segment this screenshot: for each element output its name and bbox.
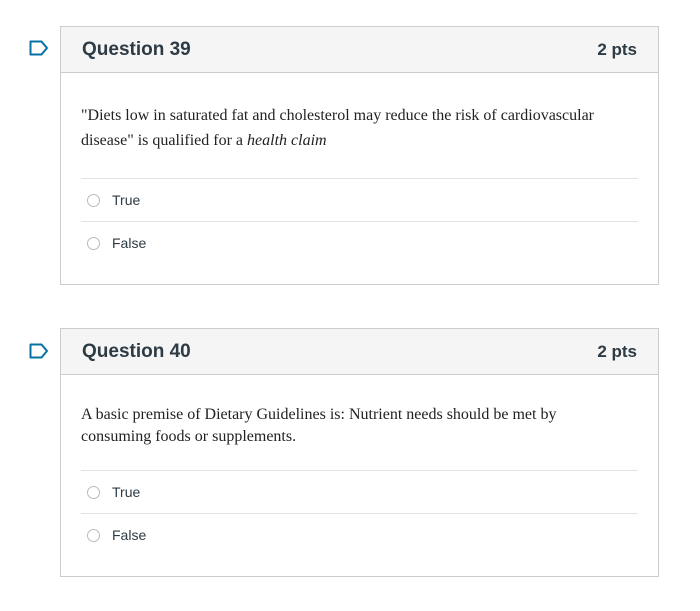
question-card-39: Question 39 2 pts "Diets low in saturate…	[60, 26, 659, 285]
radio-button[interactable]	[87, 528, 100, 542]
radio-button[interactable]	[87, 236, 100, 250]
question-text-emphasis: health claim	[247, 132, 327, 149]
answer-list: True False	[81, 470, 638, 556]
answer-option-false[interactable]: False	[81, 221, 638, 264]
answer-option-true[interactable]: True	[81, 178, 638, 221]
question-title: Question 40	[82, 340, 191, 362]
question-header: Question 40 2 pts	[61, 329, 658, 375]
answer-label: False	[112, 527, 147, 543]
question-points: 2 pts	[597, 341, 637, 361]
question-header: Question 39 2 pts	[61, 27, 658, 73]
question-title: Question 39	[82, 38, 191, 60]
answer-option-false[interactable]: False	[81, 513, 638, 556]
answer-label: True	[112, 484, 141, 500]
bookmark-flag-icon[interactable]	[29, 40, 49, 56]
answer-label: True	[112, 192, 141, 208]
answer-option-true[interactable]: True	[81, 470, 638, 513]
answer-label: False	[112, 235, 147, 251]
radio-button[interactable]	[87, 193, 100, 207]
question-card-40: Question 40 2 pts A basic premise of Die…	[60, 328, 659, 577]
question-text-main: A basic premise of Dietary Guidelines is…	[81, 406, 557, 445]
radio-button[interactable]	[87, 485, 100, 499]
answer-list: True False	[81, 178, 638, 264]
question-text-main: "Diets low in saturated fat and choleste…	[81, 107, 595, 149]
bookmark-flag-icon[interactable]	[29, 343, 49, 359]
question-text: A basic premise of Dietary Guidelines is…	[81, 404, 578, 448]
question-points: 2 pts	[597, 39, 637, 59]
question-text: "Diets low in saturated fat and choleste…	[81, 103, 618, 153]
